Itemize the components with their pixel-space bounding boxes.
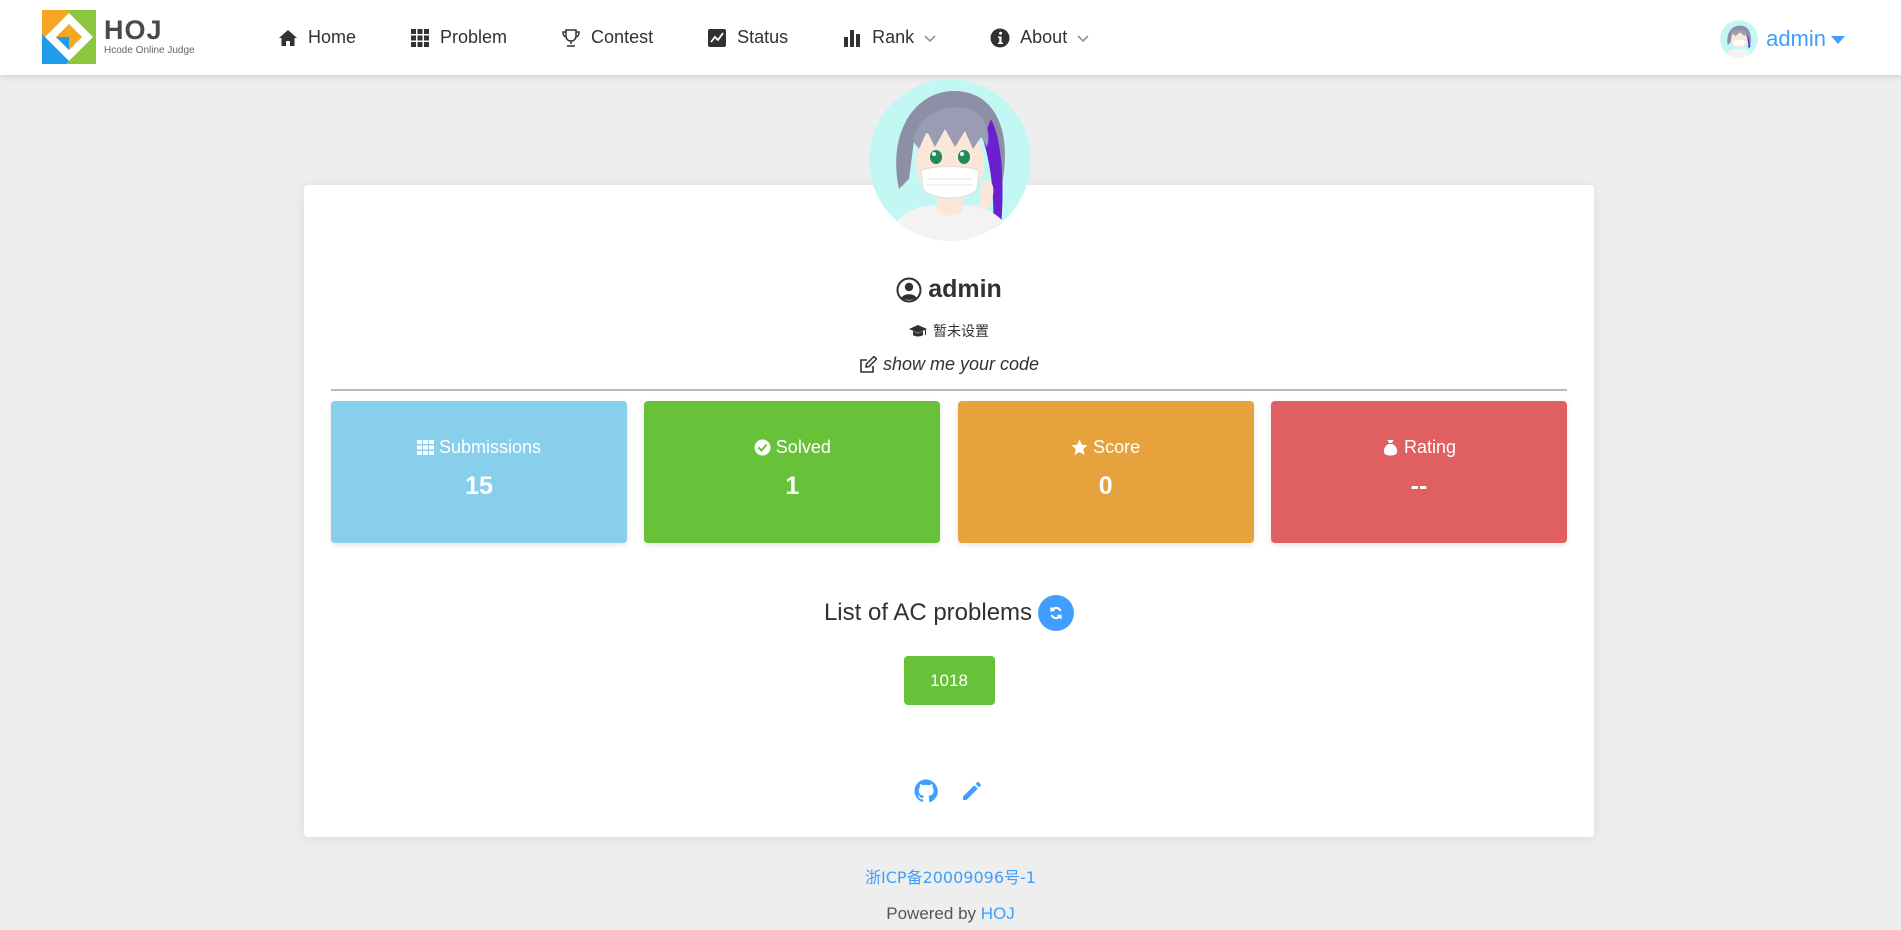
footer-hoj-link[interactable]: HOJ bbox=[981, 904, 1015, 923]
trophy-icon bbox=[562, 28, 580, 47]
profile-links bbox=[304, 779, 1594, 803]
nav-status-label: Status bbox=[737, 27, 789, 47]
profile-school: 暂未设置 bbox=[304, 321, 1594, 341]
graduation-cap-icon bbox=[909, 325, 927, 337]
stat-value: 0 bbox=[1098, 472, 1113, 500]
stat-value: 15 bbox=[465, 472, 493, 500]
profile-school-text: 暂未设置 bbox=[933, 324, 989, 340]
footer-powered-prefix: Powered by bbox=[886, 904, 981, 923]
profile-username: admin bbox=[304, 275, 1594, 304]
nav-contest[interactable]: Contest bbox=[561, 27, 653, 48]
nav-about-label: About bbox=[1020, 27, 1068, 47]
footer-icp-link[interactable]: 浙ICP备20009096号-1 bbox=[0, 864, 1901, 888]
divider bbox=[331, 389, 1567, 391]
profile-card: admin 暂未设置 show me your code Submissions bbox=[304, 185, 1594, 837]
star-icon bbox=[1071, 439, 1088, 455]
ac-problems-list: 1018 bbox=[304, 656, 1594, 705]
user-menu[interactable]: admin bbox=[1720, 20, 1845, 58]
chart-line-icon bbox=[708, 28, 727, 47]
profile-signature: show me your code bbox=[304, 354, 1594, 375]
logo-text: HOJ Hcode Online Judge bbox=[104, 16, 195, 58]
logo[interactable]: HOJ Hcode Online Judge bbox=[42, 10, 204, 64]
stat-label: Solved bbox=[775, 437, 831, 457]
refresh-button[interactable] bbox=[1038, 595, 1075, 631]
refresh-icon bbox=[1050, 606, 1063, 620]
profile-signature-text: show me your code bbox=[882, 354, 1040, 374]
ac-problems-title: List of AC problems bbox=[304, 595, 1594, 631]
avatar bbox=[1720, 20, 1759, 58]
stat-solved: Solved 1 bbox=[644, 401, 941, 543]
stat-submissions: Submissions 15 bbox=[331, 401, 627, 543]
nav-rank[interactable]: Rank bbox=[842, 27, 936, 48]
stat-score: Score 0 bbox=[957, 401, 1254, 543]
stat-label: Submissions bbox=[438, 437, 542, 457]
nav-about[interactable]: About bbox=[990, 27, 1089, 48]
user-circle-icon bbox=[896, 277, 922, 302]
github-icon[interactable] bbox=[914, 779, 938, 803]
hoj-logo-icon bbox=[42, 10, 96, 64]
bar-chart-icon bbox=[844, 29, 861, 47]
check-circle-icon bbox=[754, 439, 771, 456]
stat-label: Score bbox=[1093, 437, 1141, 457]
nav-problem-label: Problem bbox=[440, 27, 508, 47]
pencil-icon[interactable] bbox=[960, 779, 984, 803]
nav-home[interactable]: Home bbox=[278, 27, 356, 48]
profile-username-text: admin bbox=[928, 275, 1002, 303]
stat-label: Rating bbox=[1403, 437, 1456, 457]
main-nav: Home Problem Contest Status Rank About bbox=[278, 0, 1143, 75]
info-icon bbox=[990, 28, 1010, 47]
caret-down-icon bbox=[1831, 36, 1845, 44]
stat-value: -- bbox=[1410, 472, 1428, 500]
footer-powered: Powered by HOJ bbox=[0, 904, 1901, 924]
home-icon bbox=[279, 29, 297, 46]
profile-avatar bbox=[869, 79, 1031, 241]
logo-title: HOJ bbox=[104, 15, 163, 45]
edit-icon bbox=[860, 355, 877, 373]
money-bag-icon bbox=[1383, 440, 1398, 456]
nav-rank-label: Rank bbox=[872, 27, 915, 47]
nav-problem[interactable]: Problem bbox=[410, 27, 507, 48]
top-navbar: HOJ Hcode Online Judge Home Problem Cont… bbox=[0, 0, 1901, 75]
chevron-down-icon bbox=[924, 34, 936, 42]
stat-rating: Rating -- bbox=[1270, 401, 1567, 543]
grid-icon bbox=[411, 28, 430, 47]
stat-value: 1 bbox=[785, 472, 800, 500]
user-name: admin bbox=[1766, 26, 1826, 51]
stats-row: Submissions 15 Solved 1 Score 0 Rating -… bbox=[331, 401, 1567, 543]
ac-problem-button[interactable]: 1018 bbox=[903, 656, 995, 705]
nav-home-label: Home bbox=[308, 27, 357, 47]
nav-status[interactable]: Status bbox=[707, 27, 788, 48]
chevron-down-icon bbox=[1077, 34, 1089, 42]
nav-contest-label: Contest bbox=[591, 27, 654, 47]
ac-problems-title-text: List of AC problems bbox=[823, 599, 1033, 626]
logo-subtitle: Hcode Online Judge bbox=[104, 45, 195, 56]
grid-icon bbox=[416, 440, 434, 455]
